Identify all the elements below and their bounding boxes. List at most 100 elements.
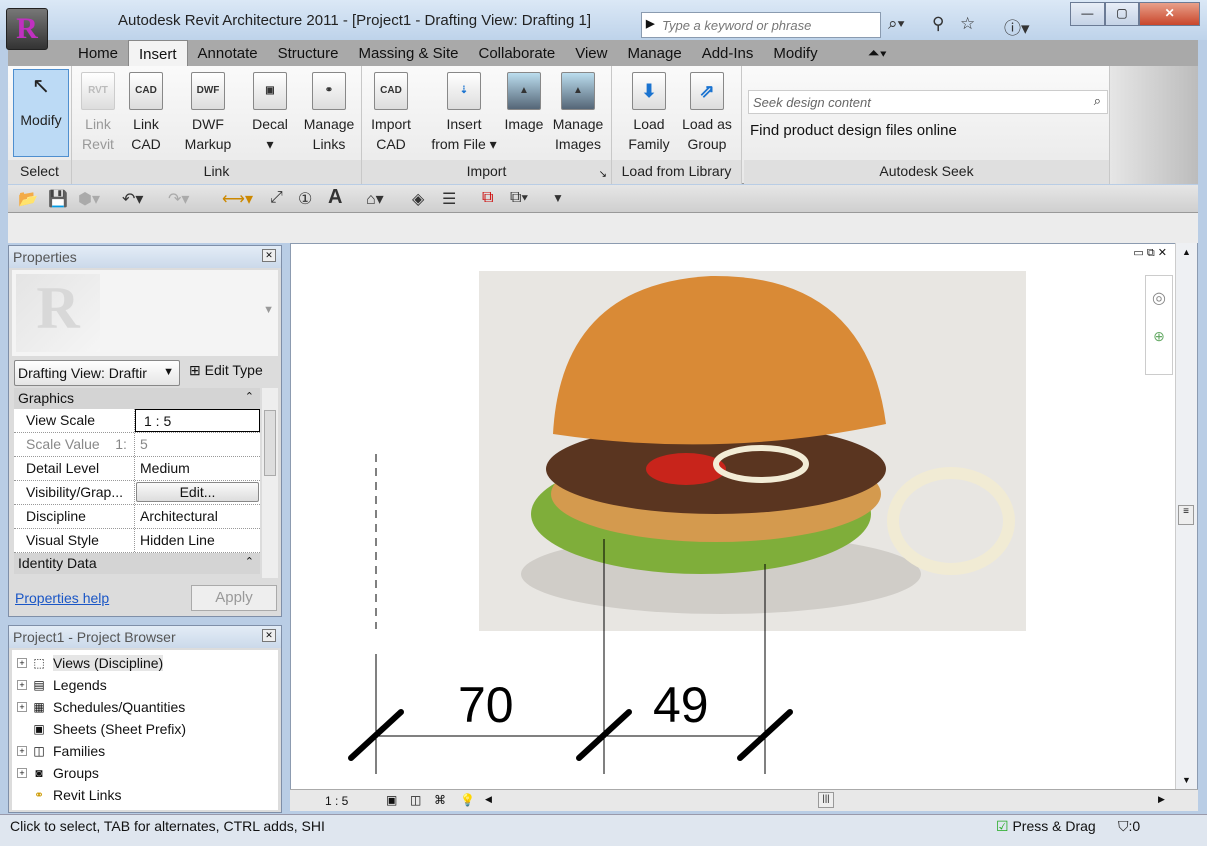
application-menu-button[interactable]: R bbox=[6, 8, 48, 50]
hamburger-image[interactable] bbox=[479, 271, 1026, 631]
horizontal-scroll-thumb[interactable]: ||| bbox=[818, 792, 834, 808]
image-button[interactable]: ▲ Image bbox=[502, 70, 546, 134]
dialog-launcher-icon[interactable]: ↘ bbox=[599, 169, 607, 180]
property-row[interactable]: Detail Level Medium bbox=[14, 457, 260, 481]
seek-search-input[interactable]: Seek design content ⌕ bbox=[748, 90, 1108, 114]
load-family-button[interactable]: ⬇ Load Family bbox=[624, 70, 674, 154]
visibility-edit-button[interactable]: Edit... bbox=[136, 482, 259, 502]
undo-icon[interactable]: ↶▾ bbox=[122, 189, 143, 209]
edit-type-icon: ⊞ bbox=[189, 362, 205, 378]
switch-windows-icon[interactable]: ⧉▾ bbox=[510, 189, 528, 207]
vertical-scrollbar[interactable]: ▲ ≡ ▼ bbox=[1175, 243, 1197, 789]
close-button[interactable]: ✕ bbox=[1139, 2, 1200, 26]
sync-icon[interactable]: ⬢▾ bbox=[78, 189, 100, 209]
load-as-group-icon: ⇗ bbox=[690, 72, 724, 110]
binoculars-icon[interactable]: ⌕ bbox=[1094, 93, 1101, 109]
ribbon-minimize-toggle[interactable]: ⏶▾ bbox=[858, 40, 897, 66]
dimension-value-70[interactable]: 70 bbox=[458, 676, 514, 734]
tab-manage[interactable]: Manage bbox=[617, 40, 691, 66]
aligned-dimension-icon[interactable]: ⤢ bbox=[270, 189, 283, 207]
tree-item-legends[interactable]: + ▤ Legends bbox=[12, 674, 278, 696]
insert-from-file-button[interactable]: ⇣ Insert from File ▾ bbox=[426, 70, 502, 154]
manage-images-button[interactable]: ▲ Manage Images bbox=[550, 70, 606, 154]
close-icon[interactable]: ✕ bbox=[262, 249, 276, 262]
properties-scrollbar[interactable] bbox=[262, 388, 278, 578]
tree-item-views[interactable]: + ⬚ Views (Discipline) bbox=[12, 652, 278, 674]
crop-region-icon[interactable]: ⌘ bbox=[434, 793, 446, 807]
visual-style-icon[interactable]: ◫ bbox=[410, 793, 421, 807]
thin-lines-icon[interactable]: ☰ bbox=[442, 189, 456, 209]
properties-help-link[interactable]: Properties help bbox=[15, 590, 109, 606]
infocenter-search-input[interactable]: ▶ Type a keyword or phrase bbox=[641, 12, 881, 38]
tree-item-groups[interactable]: + ◙ Groups bbox=[12, 762, 278, 784]
property-row[interactable]: Visibility/Grap... Edit... bbox=[14, 481, 260, 505]
tab-massing-site[interactable]: Massing & Site bbox=[348, 40, 468, 66]
customize-qat-icon[interactable]: ▼ bbox=[552, 191, 564, 205]
dwf-markup-button[interactable]: DWF DWF Markup bbox=[178, 70, 238, 154]
expand-icon: ▶ bbox=[646, 18, 655, 30]
load-as-group-button[interactable]: ⇗ Load as Group bbox=[678, 70, 736, 154]
seek-link[interactable]: Find product design files online bbox=[750, 122, 957, 139]
tab-home[interactable]: Home bbox=[68, 40, 128, 66]
view-scale-input[interactable]: 1 : 5 bbox=[135, 409, 260, 432]
show-hide-icon[interactable]: 💡 bbox=[460, 793, 475, 807]
status-text: Click to select, TAB for alternates, CTR… bbox=[10, 818, 325, 834]
scroll-left-icon[interactable]: ◀ bbox=[485, 794, 492, 805]
open-icon[interactable]: 📂 bbox=[18, 189, 38, 209]
property-row[interactable]: View Scale 1 : 5 bbox=[14, 409, 260, 433]
view-scale-button[interactable]: 1 : 5 bbox=[325, 794, 348, 808]
tab-annotate[interactable]: Annotate bbox=[188, 40, 268, 66]
tab-view[interactable]: View bbox=[565, 40, 617, 66]
drawing-canvas[interactable]: 70 49 ▭ ⧉ ✕ bbox=[290, 243, 1198, 809]
measure-icon[interactable]: ⟷▾ bbox=[222, 189, 253, 209]
apply-button[interactable]: Apply bbox=[191, 585, 277, 611]
favorites-star-icon[interactable]: ☆ bbox=[960, 14, 975, 34]
tree-item-sheets[interactable]: ▣ Sheets (Sheet Prefix) bbox=[12, 718, 278, 740]
tab-modify[interactable]: Modify bbox=[763, 40, 827, 66]
press-drag-checkbox[interactable]: ☑ Press & Drag bbox=[996, 818, 1096, 835]
tab-add-ins[interactable]: Add-Ins bbox=[692, 40, 764, 66]
groups-icon: ◙ bbox=[35, 766, 43, 780]
edit-type-button[interactable]: ⊞ Edit Type bbox=[189, 362, 263, 379]
property-row[interactable]: Visual Style Hidden Line bbox=[14, 529, 260, 553]
decal-button[interactable]: ▣ Decal ▾ bbox=[248, 70, 292, 154]
manage-links-button[interactable]: ⚭ Manage Links bbox=[300, 70, 358, 154]
zoom-icon[interactable]: ⊕ bbox=[1146, 328, 1172, 345]
scroll-right-icon[interactable]: ▶ bbox=[1158, 794, 1165, 805]
tree-item-revit-links[interactable]: ⚭ Revit Links bbox=[12, 784, 278, 806]
group-identity-data[interactable]: Identity Data ⌃ bbox=[14, 553, 260, 574]
section-icon[interactable]: ◈ bbox=[412, 189, 424, 209]
close-icon[interactable]: ✕ bbox=[262, 629, 276, 642]
property-row[interactable]: Discipline Architectural bbox=[14, 505, 260, 529]
tab-insert[interactable]: Insert bbox=[128, 40, 188, 66]
tab-collaborate[interactable]: Collaborate bbox=[469, 40, 566, 66]
link-revit-button[interactable]: RVT Link Revit bbox=[78, 70, 118, 154]
chevron-down-icon[interactable]: ▼ bbox=[263, 304, 274, 316]
text-icon[interactable]: A bbox=[328, 186, 342, 209]
close-hidden-windows-icon[interactable]: ⧉ bbox=[482, 189, 493, 207]
tag-icon[interactable]: ① bbox=[298, 189, 312, 209]
redo-icon[interactable]: ↷▾ bbox=[168, 189, 189, 209]
default-3d-view-icon[interactable]: ⌂▾ bbox=[366, 189, 384, 209]
filter-button[interactable]: ⛉:0 bbox=[1118, 818, 1140, 835]
import-cad-button[interactable]: CAD Import CAD bbox=[366, 70, 416, 154]
maximize-button[interactable]: ▢ bbox=[1104, 2, 1140, 26]
dimension-value-49[interactable]: 49 bbox=[653, 676, 709, 734]
tree-item-families[interactable]: + ◫ Families bbox=[12, 740, 278, 762]
detail-level-icon[interactable]: ▣ bbox=[386, 793, 397, 807]
link-cad-button[interactable]: CAD Link CAD bbox=[126, 70, 166, 154]
views-icon: ⬚ bbox=[33, 656, 45, 670]
subscription-icon[interactable]: ⚲ bbox=[932, 14, 944, 34]
steering-wheel-2d-icon[interactable]: ◎ bbox=[1146, 288, 1172, 308]
minimize-button[interactable]: — bbox=[1070, 2, 1105, 26]
help-icon[interactable]: ⓘ▾ bbox=[1004, 14, 1030, 39]
group-graphics[interactable]: Graphics ⌃ bbox=[14, 388, 260, 409]
save-icon[interactable]: 💾 bbox=[48, 189, 68, 209]
navigation-bar[interactable]: ◎ ⊕ bbox=[1145, 275, 1173, 375]
tree-item-schedules[interactable]: + ▦ Schedules/Quantities bbox=[12, 696, 278, 718]
tab-structure[interactable]: Structure bbox=[268, 40, 349, 66]
modify-button[interactable]: ↖ Modify bbox=[13, 69, 69, 157]
view-window-controls[interactable]: ▭ ⧉ ✕ bbox=[1133, 246, 1167, 260]
binoculars-icon[interactable]: ⌕▾ bbox=[888, 14, 905, 34]
type-selector[interactable]: Drafting View: Draftir ▼ bbox=[14, 360, 180, 386]
